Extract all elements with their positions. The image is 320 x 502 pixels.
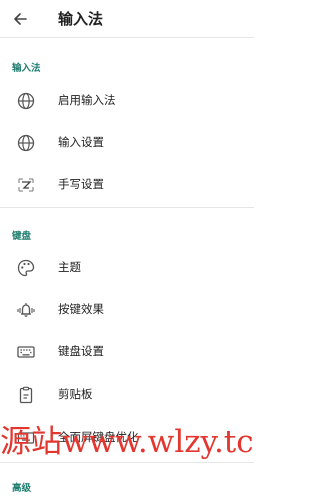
fullscreen-keyboard-icon — [17, 432, 35, 444]
top-app-bar: 输入法 — [0, 0, 254, 38]
back-button[interactable] — [8, 6, 34, 32]
settings-item-label: 剪贴板 — [58, 387, 93, 401]
settings-item-label: 主题 — [58, 260, 81, 274]
settings-item-theme[interactable]: 主题 — [0, 248, 254, 288]
back-arrow-icon — [14, 13, 27, 25]
vibrate-bell-icon — [17, 303, 35, 317]
settings-item-label: 全面屏键盘优化 — [58, 430, 139, 444]
section-header-keyboard: 键盘 — [12, 231, 32, 242]
settings-item-label: 输入设置 — [58, 135, 104, 149]
clipboard-icon — [19, 386, 33, 404]
settings-item-label: 键盘设置 — [58, 344, 104, 358]
settings-item-keyboard-settings[interactable]: 键盘设置 — [0, 332, 254, 372]
section-header-input-method: 输入法 — [12, 63, 41, 74]
settings-item-label: 启用输入法 — [58, 93, 116, 107]
keyboard-icon — [17, 346, 35, 358]
page-title: 输入法 — [58, 10, 104, 28]
globe-icon — [17, 92, 35, 110]
section-header-advanced: 高级 — [12, 483, 32, 494]
handwriting-icon — [18, 178, 34, 192]
settings-item-label: 手写设置 — [58, 177, 104, 191]
settings-item-fullscreen-keyboard[interactable]: 全面屏键盘优化 — [0, 418, 254, 458]
section-divider — [0, 207, 254, 208]
settings-item-label: 按键效果 — [58, 302, 104, 316]
settings-item-enable-ime[interactable]: 启用输入法 — [0, 81, 254, 121]
palette-icon — [17, 259, 35, 277]
globe-icon — [17, 134, 35, 152]
section-divider — [0, 462, 254, 463]
settings-item-clipboard[interactable]: 剪贴板 — [0, 375, 254, 415]
settings-item-key-effects[interactable]: 按键效果 — [0, 290, 254, 330]
settings-item-handwriting[interactable]: 手写设置 — [0, 165, 254, 205]
settings-item-input-settings[interactable]: 输入设置 — [0, 123, 254, 163]
